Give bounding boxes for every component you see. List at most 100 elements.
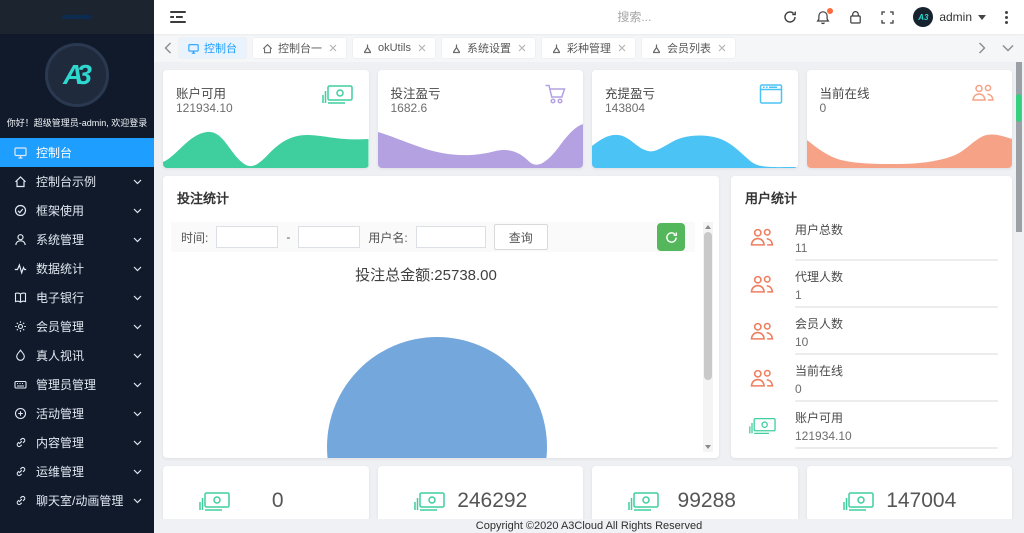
close-icon[interactable] — [518, 44, 526, 52]
close-icon[interactable] — [418, 44, 426, 52]
sidebar-item-live-video[interactable]: 真人视讯 — [0, 341, 154, 370]
user-statistics-panel: 用户统计 用户总数11 代理人数1 会员人数10 — [731, 176, 1012, 458]
time-start-input[interactable] — [216, 226, 278, 248]
tab-console[interactable]: 控制台 — [179, 38, 246, 58]
stat-label: 投注盈亏 — [391, 83, 441, 102]
sidebar-item-label: 数据统计 — [36, 260, 84, 277]
user-stat-row-agents: 代理人数1 — [745, 261, 998, 308]
gear-icon — [14, 320, 27, 333]
tab-lottery-mgmt[interactable]: 彩种管理 — [542, 38, 635, 58]
bottom-card-3[interactable]: 99288 — [592, 466, 798, 519]
book-icon — [14, 291, 27, 304]
stat-label: 充提盈亏 — [605, 83, 655, 102]
scroll-up-icon[interactable] — [705, 225, 711, 229]
scroll-down-icon[interactable] — [705, 445, 711, 449]
tab-okutils[interactable]: okUtils — [353, 38, 435, 58]
user-menu[interactable]: A3 admin — [913, 7, 986, 27]
sidebar-item-admins[interactable]: 管理员管理 — [0, 370, 154, 399]
sidebar-item-statistics[interactable]: 数据统计 — [0, 254, 154, 283]
panel-title: 投注统计 — [177, 188, 229, 207]
tab-system-settings[interactable]: 系统设置 — [442, 38, 535, 58]
query-button[interactable]: 查询 — [494, 224, 548, 250]
panel-title: 用户统计 — [745, 188, 797, 207]
tree-icon — [451, 43, 462, 54]
panel-scrollbar[interactable] — [703, 222, 713, 452]
bet-total-text: 投注总金额:25738.00 — [163, 264, 689, 285]
link-icon — [14, 494, 27, 507]
sidebar-item-label: 活动管理 — [36, 405, 84, 422]
bottom-card-4[interactable]: 147004 — [807, 466, 1013, 519]
avatar: A3 — [913, 7, 933, 27]
tree-icon — [651, 43, 662, 54]
stat-card-deposit-pl[interactable]: 充提盈亏 143804 — [592, 70, 798, 168]
sidebar-item-system[interactable]: 系统管理 — [0, 225, 154, 254]
sidebar-item-members[interactable]: 会员管理 — [0, 312, 154, 341]
stat-value: 0 — [820, 101, 827, 115]
user-stat-label: 会员人数 — [795, 315, 843, 332]
tabs-dropdown-icon[interactable] — [1002, 44, 1014, 52]
sidebar-item-console-demo[interactable]: 控制台示例 — [0, 167, 154, 196]
tab-label: 彩种管理 — [567, 40, 611, 56]
users-icon — [969, 83, 997, 103]
stat-label: 当前在线 — [820, 83, 870, 102]
user-stat-value: 11 — [795, 241, 843, 255]
user-stat-row-members: 会员人数10 — [745, 308, 998, 355]
stat-card-bet-pl[interactable]: 投注盈亏 1682.6 — [378, 70, 584, 168]
menu-toggle-icon[interactable] — [170, 11, 186, 23]
lock-icon[interactable] — [849, 10, 862, 24]
filter-bar: 时间: - 用户名: 查询 — [171, 222, 695, 252]
bottom-card-value: 246292 — [446, 489, 584, 513]
main-content: 账户可用 121934.10 投注盈亏 1682.6 充提盈亏 143804 当… — [154, 62, 1024, 519]
welcome-text: 你好！超级管理员-admin, 欢迎登录 — [0, 116, 154, 129]
close-icon[interactable] — [329, 44, 337, 52]
scrollbar-thumb[interactable] — [1016, 62, 1022, 232]
monitor-icon — [14, 146, 27, 159]
sidebar-item-ebank[interactable]: 电子银行 — [0, 283, 154, 312]
page-scrollbar[interactable] — [1016, 34, 1022, 533]
sidebar-item-chatroom[interactable]: 聊天室/动画管理 — [0, 486, 154, 515]
stat-card-balance[interactable]: 账户可用 121934.10 — [163, 70, 369, 168]
user-stat-value: 121934.10 — [795, 429, 852, 443]
bottom-card-2[interactable]: 246292 — [378, 466, 584, 519]
panel-refresh-button[interactable] — [657, 223, 685, 251]
notification-badge — [827, 8, 833, 14]
time-end-input[interactable] — [298, 226, 360, 248]
scrollbar-accent-thumb[interactable] — [1016, 94, 1021, 122]
chevron-down-icon — [133, 469, 142, 475]
chevron-down-icon — [133, 382, 142, 388]
caret-down-icon — [978, 15, 986, 20]
fullscreen-icon[interactable] — [881, 11, 894, 24]
scrollbar-thumb[interactable] — [704, 232, 712, 380]
tabs-scroll-left-icon[interactable] — [164, 42, 172, 54]
tabs-scroll-right-icon[interactable] — [978, 42, 986, 54]
sidebar-item-framework[interactable]: 框架使用 — [0, 196, 154, 225]
close-icon[interactable] — [718, 44, 726, 52]
notifications-bell-icon[interactable] — [816, 10, 830, 25]
stat-cards-row: 账户可用 121934.10 投注盈亏 1682.6 充提盈亏 143804 当… — [163, 70, 1012, 168]
tab-console-one[interactable]: 控制台一 — [253, 38, 346, 58]
user-stat-row-online: 当前在线0 — [745, 355, 998, 402]
divider — [795, 447, 998, 449]
sidebar-item-ops[interactable]: 运维管理 — [0, 457, 154, 486]
sidebar-item-content[interactable]: 内容管理 — [0, 428, 154, 457]
more-options-icon[interactable] — [1005, 11, 1008, 24]
bottom-card-1[interactable]: 0 — [163, 466, 369, 519]
sidebar-item-console[interactable]: 控制台 — [0, 138, 154, 167]
username-input[interactable] — [416, 226, 486, 248]
users-icon — [747, 321, 777, 342]
chevron-down-icon — [133, 498, 142, 504]
refresh-icon[interactable] — [783, 10, 797, 24]
sidebar-item-label: 真人视讯 — [36, 347, 84, 364]
sidebar-item-label: 控制台示例 — [36, 173, 96, 190]
brand-logo: A3 — [45, 43, 109, 107]
tab-member-list[interactable]: 会员列表 — [642, 38, 735, 58]
tab-label: 控制台 — [204, 40, 237, 56]
chevron-down-icon — [133, 295, 142, 301]
user-stat-row-balance: 账户可用121934.10 — [745, 402, 998, 449]
close-icon[interactable] — [618, 44, 626, 52]
time-label: 时间: — [181, 229, 208, 246]
stat-card-online[interactable]: 当前在线 0 — [807, 70, 1013, 168]
sidebar-item-activities[interactable]: 活动管理 — [0, 399, 154, 428]
money-icon — [626, 490, 660, 513]
search-input[interactable] — [617, 10, 737, 24]
